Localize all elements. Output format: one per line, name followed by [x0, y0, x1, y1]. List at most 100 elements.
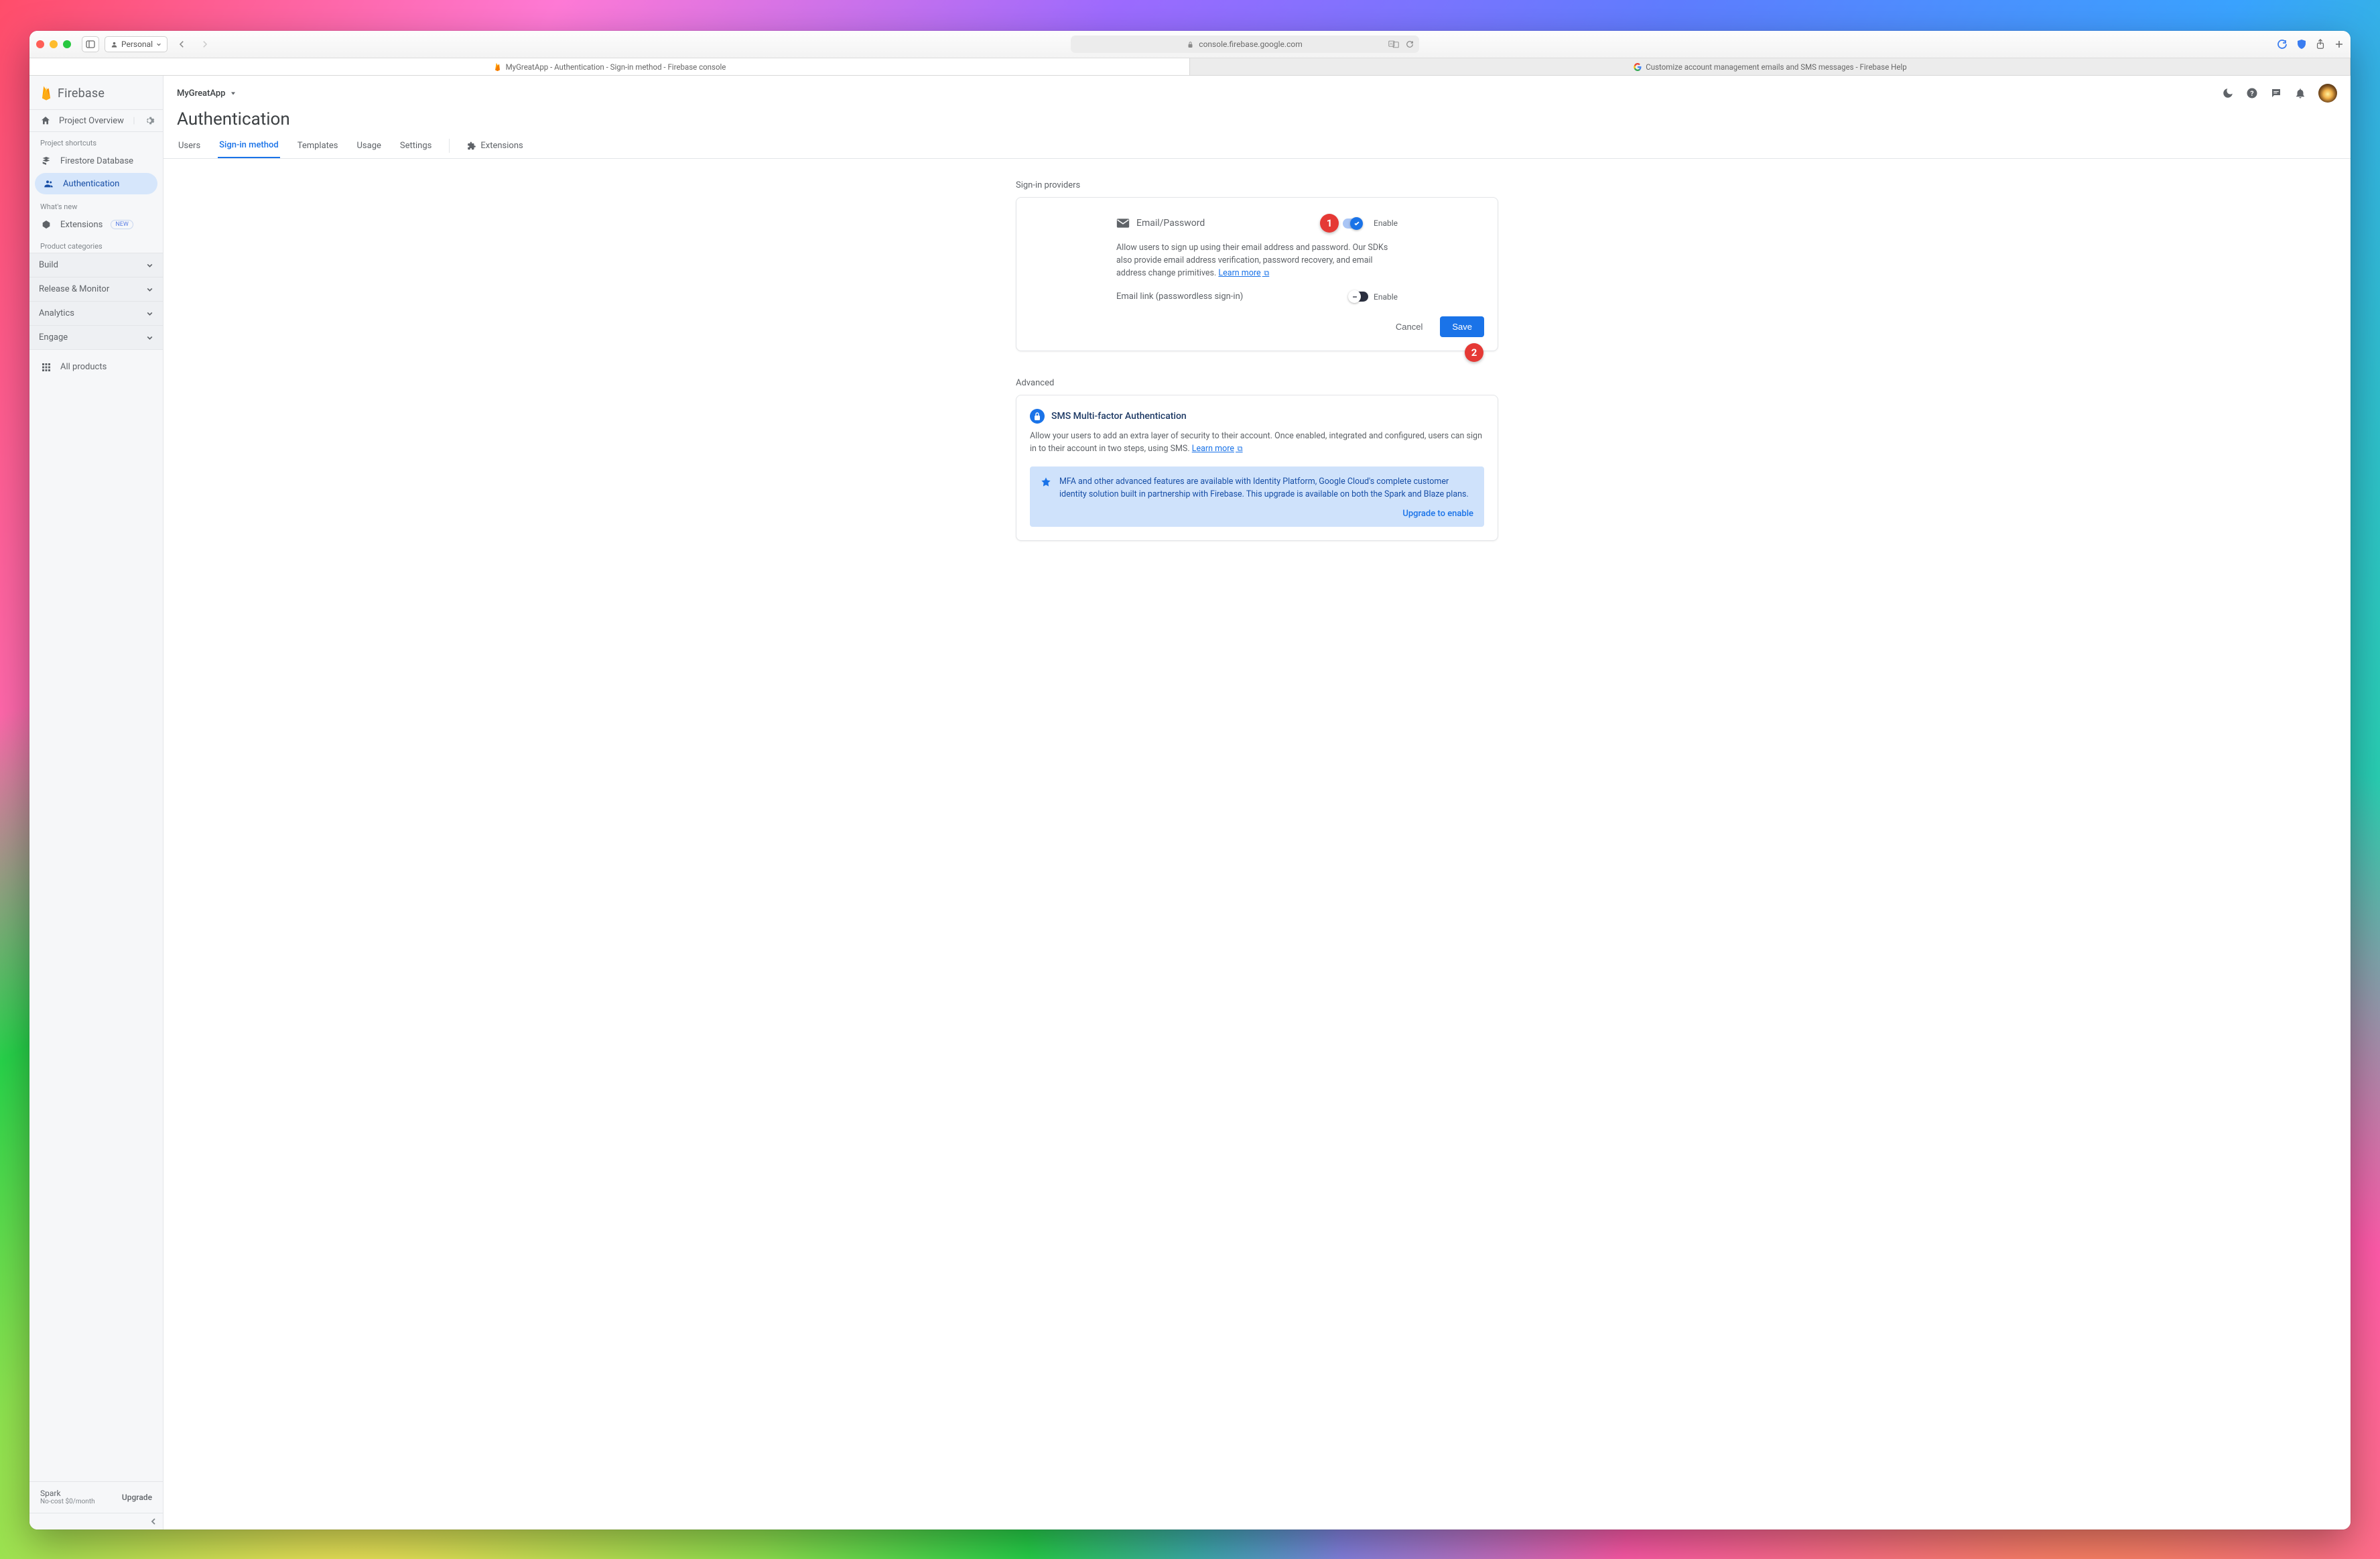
- email-link-enable-toggle[interactable]: [1349, 292, 1368, 302]
- category-label: Release & Monitor: [39, 284, 109, 294]
- plan-sub: No-cost $0/month: [40, 1498, 95, 1506]
- firestore-icon: [40, 155, 52, 166]
- sidebar-item-label: Extensions: [60, 220, 103, 230]
- reload-button[interactable]: [2277, 39, 2288, 50]
- safari-profile-button[interactable]: Personal: [105, 36, 168, 52]
- advanced-heading: Advanced: [1016, 378, 1498, 388]
- chevron-down-icon: [146, 310, 153, 317]
- browser-tab-help[interactable]: Customize account management emails and …: [1190, 58, 2351, 75]
- upgrade-to-enable-link[interactable]: Upgrade to enable: [1041, 509, 1473, 519]
- browser-window: Personal console.firebase.google.com A: [29, 31, 2351, 1530]
- nav-back-button[interactable]: [173, 36, 190, 52]
- window-close-button[interactable]: [36, 40, 44, 48]
- email-password-enable-toggle[interactable]: [1343, 219, 1362, 229]
- svg-text:A: A: [1390, 42, 1392, 46]
- email-password-provider-card: Email/Password Enable 1: [1016, 197, 1498, 351]
- minus-icon: [1351, 294, 1358, 300]
- project-name: MyGreatApp: [177, 88, 226, 99]
- caret-down-icon: [230, 90, 237, 97]
- tab-users[interactable]: Users: [177, 133, 202, 158]
- lock-badge-icon: [1030, 409, 1045, 424]
- chevron-left-icon: [151, 1517, 156, 1525]
- home-icon: [40, 115, 51, 126]
- address-bar[interactable]: console.firebase.google.com A: [1071, 36, 1419, 53]
- people-icon: [43, 178, 55, 189]
- tab-sign-in-method[interactable]: Sign-in method: [218, 133, 280, 158]
- enable-label: Enable: [1374, 219, 1398, 228]
- lock-icon: [1187, 41, 1193, 48]
- sidebar-all-products[interactable]: All products: [29, 357, 163, 377]
- whats-new-heading: What's new: [29, 196, 163, 214]
- puzzle-icon: [467, 141, 476, 151]
- save-button[interactable]: Save: [1440, 316, 1484, 337]
- mfa-learn-more-link[interactable]: Learn more ⧉: [1192, 444, 1243, 454]
- tab-usage[interactable]: Usage: [356, 133, 383, 158]
- firebase-logo-icon: [40, 85, 52, 101]
- shortcuts-heading: Project shortcuts: [29, 132, 163, 150]
- window-controls: [36, 40, 71, 48]
- external-link-icon: ⧉: [1236, 444, 1243, 453]
- provider-description: Allow users to sign up using their email…: [1116, 242, 1398, 279]
- sidebar-item-label: Authentication: [63, 179, 119, 189]
- upgrade-plan-button[interactable]: Upgrade: [122, 1493, 152, 1502]
- tab-settings[interactable]: Settings: [399, 133, 433, 158]
- sidebar-toggle-button[interactable]: [82, 36, 99, 52]
- safari-toolbar: Personal console.firebase.google.com A: [29, 31, 2351, 58]
- provider-name: Email/Password: [1136, 218, 1205, 229]
- category-label: Build: [39, 260, 58, 270]
- account-avatar[interactable]: [2318, 84, 2337, 103]
- tab-extensions[interactable]: Extensions: [466, 133, 524, 158]
- sidebar-project-overview[interactable]: Project Overview: [40, 115, 124, 126]
- tab-templates[interactable]: Templates: [296, 133, 340, 158]
- new-badge: NEW: [111, 220, 133, 229]
- learn-more-link[interactable]: Learn more ⧉: [1218, 268, 1269, 278]
- sidebar-category-release[interactable]: Release & Monitor: [29, 277, 163, 302]
- project-selector[interactable]: MyGreatApp: [177, 88, 237, 99]
- browser-tab-strip: MyGreatApp - Authentication - Sign-in me…: [29, 58, 2351, 76]
- sidebar-category-build[interactable]: Build: [29, 253, 163, 277]
- external-link-icon: ⧉: [1262, 269, 1270, 277]
- window-maximize-button[interactable]: [63, 40, 71, 48]
- sidebar-item-label: Firestore Database: [60, 156, 133, 166]
- mfa-description: Allow your users to add an extra layer o…: [1030, 430, 1484, 456]
- firebase-logo[interactable]: Firebase: [29, 76, 163, 109]
- sidebar-collapse-button[interactable]: [29, 1513, 163, 1530]
- chevron-down-icon: [156, 42, 161, 47]
- dark-mode-toggle[interactable]: [2222, 87, 2234, 99]
- identity-platform-banner: MFA and other advanced features are avai…: [1030, 466, 1484, 527]
- chevron-down-icon: [146, 286, 153, 293]
- feedback-button[interactable]: [2270, 87, 2282, 99]
- help-button[interactable]: ?: [2246, 87, 2258, 99]
- email-link-label: Email link (passwordless sign-in): [1116, 292, 1243, 302]
- sidebar-item-firestore[interactable]: Firestore Database: [29, 150, 163, 172]
- cancel-button[interactable]: Cancel: [1389, 316, 1429, 337]
- translate-icon[interactable]: A: [1388, 40, 1399, 48]
- sidebar-footer: Spark No-cost $0/month Upgrade: [29, 1481, 163, 1513]
- nav-forward-button[interactable]: [196, 36, 213, 52]
- chevron-down-icon: [146, 334, 153, 341]
- description-text: Allow your users to add an extra layer o…: [1030, 431, 1482, 454]
- section-tabs: Users Sign-in method Templates Usage Set…: [163, 133, 2351, 159]
- share-button[interactable]: [2316, 39, 2325, 50]
- sidebar-item-authentication[interactable]: Authentication: [35, 173, 157, 194]
- browser-tab-title: Customize account management emails and …: [1646, 62, 1906, 72]
- firebase-brand-text: Firebase: [58, 86, 105, 101]
- browser-tab-title: MyGreatApp - Authentication - Sign-in me…: [506, 62, 726, 72]
- grid-icon: [40, 363, 52, 372]
- all-products-label: All products: [60, 362, 107, 372]
- shield-icon[interactable]: [2297, 39, 2306, 50]
- notifications-button[interactable]: [2294, 87, 2306, 99]
- plan-name: Spark: [40, 1489, 61, 1498]
- svg-text:?: ?: [2250, 89, 2253, 98]
- window-minimize-button[interactable]: [50, 40, 58, 48]
- email-icon: [1116, 218, 1130, 229]
- reload-icon[interactable]: [1406, 40, 1414, 48]
- browser-tab-firebase[interactable]: MyGreatApp - Authentication - Sign-in me…: [29, 58, 1190, 75]
- sidebar-item-extensions[interactable]: Extensions NEW: [29, 214, 163, 235]
- check-icon: [1353, 220, 1360, 227]
- sidebar-category-analytics[interactable]: Analytics: [29, 301, 163, 326]
- project-settings-button[interactable]: [144, 115, 155, 126]
- sidebar-category-engage[interactable]: Engage: [29, 325, 163, 350]
- firebase-favicon-icon: [493, 62, 502, 71]
- new-tab-button[interactable]: [2334, 40, 2344, 49]
